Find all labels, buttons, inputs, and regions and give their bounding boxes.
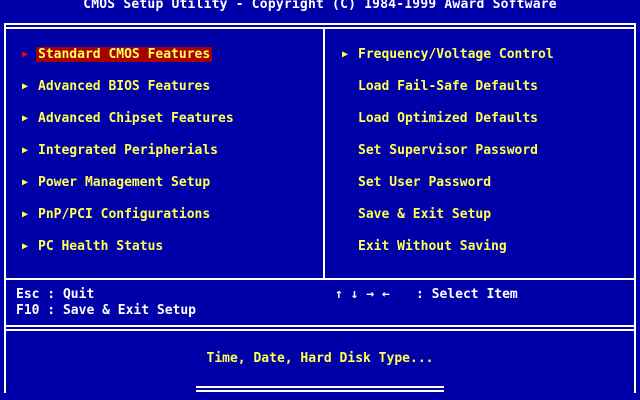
- submenu-arrow-icon: ▶: [22, 113, 29, 124]
- frame-right: [634, 23, 636, 393]
- frame-bottom-1: [196, 386, 444, 388]
- menu-item-pnp-pci-configurations[interactable]: ▶ PnP/PCI Configurations: [22, 207, 212, 223]
- menu-item-label: Load Optimized Defaults: [358, 111, 539, 126]
- menu-item-set-supervisor-password[interactable]: Set Supervisor Password: [342, 143, 540, 159]
- menu-item-label: Frequency/Voltage Control: [358, 47, 554, 62]
- submenu-arrow-icon: ▶: [342, 49, 349, 60]
- menu-item-frequency-voltage-control[interactable]: ▶ Frequency/Voltage Control: [342, 47, 556, 63]
- menu-item-label: Advanced Chipset Features: [38, 111, 234, 126]
- submenu-arrow-icon: ▶: [22, 81, 29, 92]
- submenu-arrow-icon: ▶: [22, 145, 29, 156]
- title-bar: CMOS Setup Utility - Copyright (C) 1984-…: [0, 0, 640, 16]
- frame-left: [4, 23, 6, 393]
- menu-item-save-exit-setup[interactable]: Save & Exit Setup: [342, 207, 493, 223]
- frame-top-1: [4, 23, 636, 25]
- menu-item-advanced-bios-features[interactable]: ▶ Advanced BIOS Features: [22, 79, 212, 95]
- menu-item-label: Exit Without Saving: [358, 239, 507, 254]
- arrow-keys-icon: ↑ ↓ → ←: [335, 287, 390, 302]
- menu-item-label: Integrated Peripherials: [38, 143, 219, 158]
- menu-item-load-fail-safe-defaults[interactable]: Load Fail-Safe Defaults: [342, 79, 540, 95]
- submenu-arrow-icon: ▶: [22, 177, 29, 188]
- submenu-arrow-icon: ▶: [22, 209, 29, 220]
- menu-item-exit-without-saving[interactable]: Exit Without Saving: [342, 239, 509, 255]
- frame-mid-1: [4, 278, 636, 280]
- menu-item-label: Set Supervisor Password: [358, 143, 539, 158]
- menu-item-pc-health-status[interactable]: ▶ PC Health Status: [22, 239, 165, 255]
- frame-mid-2: [4, 325, 636, 327]
- submenu-arrow-icon: ▶: [22, 241, 29, 252]
- menu-item-label: Load Fail-Safe Defaults: [358, 79, 539, 94]
- select-item-hint: : Select Item: [416, 287, 518, 302]
- frame-center-divider: [323, 27, 325, 279]
- bios-title: CMOS Setup Utility - Copyright (C) 1984-…: [83, 0, 557, 12]
- frame-bottom-2: [196, 390, 444, 392]
- menu-item-load-optimized-defaults[interactable]: Load Optimized Defaults: [342, 111, 540, 127]
- frame-mid-3: [4, 329, 636, 331]
- menu-item-standard-cmos-features[interactable]: ▶ Standard CMOS Features: [22, 47, 213, 63]
- item-help-text: Time, Date, Hard Disk Type...: [206, 351, 434, 366]
- menu-item-advanced-chipset-features[interactable]: ▶ Advanced Chipset Features: [22, 111, 236, 127]
- submenu-arrow-icon: ▶: [22, 49, 29, 60]
- menu-item-label: Standard CMOS Features: [36, 47, 213, 62]
- menu-item-label: Advanced BIOS Features: [38, 79, 211, 94]
- menu-item-label: Set User Password: [358, 175, 492, 190]
- f10-save-hint: F10 : Save & Exit Setup: [16, 303, 197, 318]
- menu-item-label: Power Management Setup: [38, 175, 211, 190]
- menu-item-label: PC Health Status: [38, 239, 164, 254]
- menu-item-set-user-password[interactable]: Set User Password: [342, 175, 493, 191]
- menu-item-label: PnP/PCI Configurations: [38, 207, 211, 222]
- menu-item-power-management-setup[interactable]: ▶ Power Management Setup: [22, 175, 212, 191]
- menu-item-label: Save & Exit Setup: [358, 207, 492, 222]
- esc-quit-hint: Esc : Quit: [16, 287, 95, 302]
- frame-top-2: [4, 27, 636, 29]
- menu-item-integrated-peripherials[interactable]: ▶ Integrated Peripherials: [22, 143, 220, 159]
